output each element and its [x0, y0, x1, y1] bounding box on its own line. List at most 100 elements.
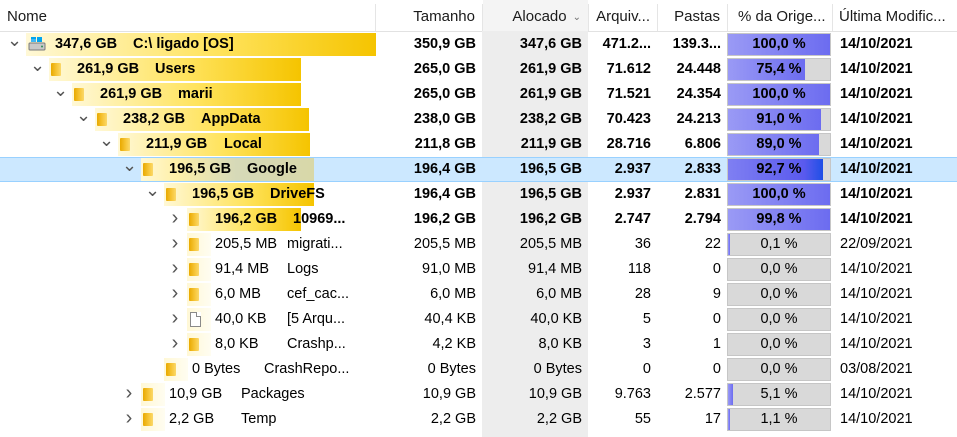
tree-row[interactable]: ⌄ 196,5 GB Google 196,4 GB 196,5 GB 2.937 2.83… [0, 156, 957, 182]
tree-row[interactable]: › 10,9 GB Packages 10,9 GB 10,9 GB 9.763 2.577… [0, 382, 957, 407]
tree-row[interactable]: › 205,5 MB migrati... 205,5 MB 205,5 MB 36 22 0… [0, 232, 957, 257]
tree-row[interactable]: › 40,0 KB [5 Arqu... 40,4 KB 40,0 KB 5 0 0,0 % 1… [0, 307, 957, 332]
tree-row[interactable]: › 8,0 KB Crashp... 4,2 KB 8,0 KB 3 1 0,0 % 14/10… [0, 332, 957, 357]
allocated-value: 196,5 GB [519, 161, 582, 177]
tree-row[interactable]: ⌄ 238,2 GB AppData 238,0 GB 238,2 GB 70.423 24… [0, 106, 957, 132]
allocated-value: 347,6 GB [519, 36, 582, 52]
chevron-right-icon[interactable]: › [168, 332, 182, 357]
percent-bar: 0,0 % [727, 333, 831, 356]
chevron-right-icon[interactable]: › [168, 232, 182, 257]
chevron-right-icon[interactable]: › [122, 382, 136, 407]
tree-row[interactable]: ⌄ 347,6 GB C:\ ligado [OS] 350,9 GB 347,6 GB… [0, 31, 957, 57]
percent-bar: 5,1 % [727, 383, 831, 406]
size-label: 8,0 KB [215, 336, 259, 352]
files-count: 2.747 [614, 211, 651, 227]
folder-icon [143, 388, 153, 401]
modified-date: 14/10/2021 [840, 86, 913, 102]
chevron-down-icon[interactable]: ⌄ [53, 81, 68, 107]
allocated-value: 8,0 KB [538, 336, 582, 352]
chevron-down-icon[interactable]: ⌄ [30, 56, 45, 82]
modified-date: 14/10/2021 [840, 211, 913, 227]
modified-date: 14/10/2021 [840, 311, 913, 327]
header-row: Nome Tamanho Alocado ⌄ Arquiv... Pastas %… [0, 0, 957, 32]
modified-date: 14/10/2021 [840, 36, 913, 52]
column-header-name[interactable]: Nome [0, 0, 375, 31]
tree-row[interactable]: ⌄ 211,9 GB Local 211,8 GB 211,9 GB 28.716 6.80… [0, 131, 957, 157]
column-header-folders[interactable]: Pastas [658, 0, 727, 31]
tree-row[interactable]: ⌄ 261,9 GB marii 265,0 GB 261,9 GB 71.521 24.3… [0, 81, 957, 107]
tree-row[interactable]: › 6,0 MB cef_cac... 6,0 MB 6,0 MB 28 9 0,0 % 14/… [0, 282, 957, 307]
chevron-right-icon[interactable]: › [122, 407, 136, 432]
percent-value: 0,1 % [760, 236, 798, 252]
modified-date: 14/10/2021 [840, 336, 913, 352]
folders-count: 0 [712, 361, 721, 377]
size-label: 261,9 GB [100, 86, 163, 102]
modified-date: 14/10/2021 [840, 161, 913, 177]
percent-bar: 89,0 % [727, 133, 831, 156]
chevron-right-icon[interactable]: › [168, 307, 182, 332]
tree-row[interactable]: › 2,2 GB Temp 2,2 GB 2,2 GB 55 17 1,1 % 14/10/20… [0, 407, 957, 432]
files-count: 9.763 [614, 386, 651, 402]
column-header-percent[interactable]: % da Orige... [728, 0, 832, 31]
column-header-size[interactable]: Tamanho [376, 0, 482, 31]
item-name: Users [155, 61, 196, 77]
item-name: Logs [287, 261, 319, 277]
file-icon [190, 312, 201, 327]
allocated-value: 211,9 GB [520, 136, 582, 152]
modified-date: 14/10/2021 [840, 61, 913, 77]
allocated-value: 196,5 GB [519, 186, 582, 202]
size-value: 265,0 GB [413, 86, 476, 102]
folders-count: 22 [704, 236, 721, 252]
size-label: 196,5 GB [192, 186, 255, 202]
chevron-down-icon[interactable]: ⌄ [122, 156, 137, 182]
folder-icon [189, 238, 199, 251]
tree-row[interactable]: ⌄ 196,5 GB DriveFS 196,4 GB 196,5 GB 2.937 2.8… [0, 181, 957, 207]
folders-count: 6.806 [684, 136, 721, 152]
column-header-modified[interactable]: Última Modific... [833, 0, 957, 31]
percent-value: 0,0 % [760, 261, 798, 277]
size-label: 261,9 GB [77, 61, 140, 77]
chevron-down-icon[interactable]: ⌄ [7, 31, 22, 57]
percent-value: 0,0 % [760, 286, 798, 302]
percent-bar: 100,0 % [727, 33, 831, 56]
modified-date: 14/10/2021 [840, 386, 913, 402]
files-count: 28 [634, 286, 651, 302]
modified-date: 14/10/2021 [840, 261, 913, 277]
chevron-right-icon[interactable]: › [168, 207, 182, 232]
folder-icon [97, 113, 107, 126]
allocated-value: 6,0 MB [536, 286, 582, 302]
percent-bar: 99,8 % [727, 208, 831, 231]
percent-value: 100,0 % [752, 86, 806, 102]
allocated-value: 10,9 GB [528, 386, 582, 402]
tree-row[interactable]: › 196,2 GB 10969... 196,2 GB 196,2 GB 2.747 2.… [0, 207, 957, 232]
size-value: 196,4 GB [413, 161, 476, 177]
tree-row[interactable]: ⌄ 261,9 GB Users 265,0 GB 261,9 GB 71.612 24.4… [0, 56, 957, 82]
folder-icon [74, 88, 84, 101]
percent-value: 89,0 % [756, 136, 802, 152]
chevron-down-icon[interactable]: ⌄ [99, 131, 114, 157]
size-value: 211,8 GB [414, 136, 476, 152]
tree-row[interactable]: › 91,4 MB Logs 91,0 MB 91,4 MB 118 0 0,0 % 14/10… [0, 257, 957, 282]
folders-count: 17 [704, 411, 721, 427]
column-header-allocated[interactable]: Alocado ⌄ [483, 0, 588, 31]
chevron-down-icon[interactable]: ⌄ [76, 106, 91, 132]
sort-descending-icon: ⌄ [572, 12, 581, 23]
percent-value: 0,0 % [760, 361, 798, 377]
percent-bar: 100,0 % [727, 183, 831, 206]
percent-value: 92,7 % [756, 161, 802, 177]
column-header-files[interactable]: Arquiv... [589, 0, 657, 31]
modified-date: 14/10/2021 [840, 411, 913, 427]
chevron-right-icon[interactable]: › [168, 257, 182, 282]
folders-count: 2.577 [684, 386, 721, 402]
size-value: 91,0 MB [422, 261, 476, 277]
item-name: 10969... [293, 211, 346, 227]
chevron-right-icon[interactable]: › [168, 282, 182, 307]
item-name: Temp [241, 411, 277, 427]
item-name: Local [224, 136, 262, 152]
folders-count: 24.213 [676, 111, 721, 127]
files-count: 118 [627, 261, 651, 277]
size-label: 196,5 GB [169, 161, 232, 177]
size-label: 238,2 GB [123, 111, 186, 127]
tree-row[interactable]: 0 Bytes CrashRepo... 0 Bytes 0 Bytes 0 0 0,0 %… [0, 357, 957, 382]
chevron-down-icon[interactable]: ⌄ [145, 181, 160, 207]
